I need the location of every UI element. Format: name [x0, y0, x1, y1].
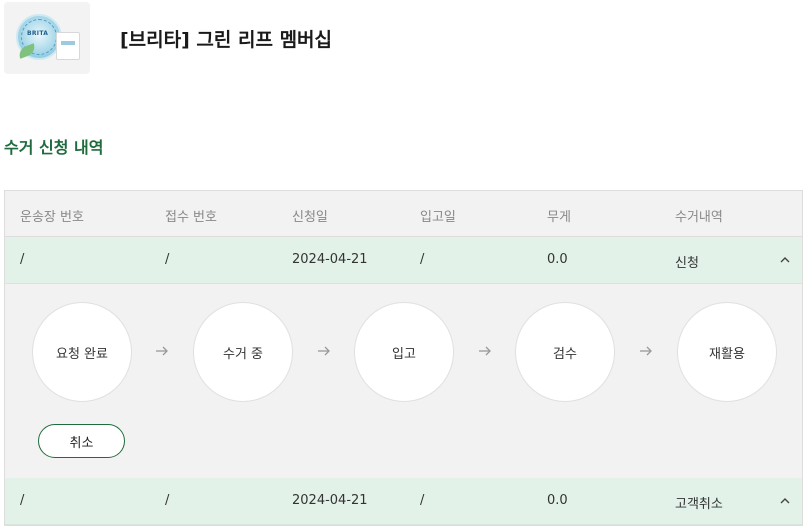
- arrow-right-icon: [155, 345, 169, 357]
- receipt-no-cell: /: [165, 493, 170, 508]
- step-inspection: 검수: [515, 302, 615, 402]
- step-collecting: 수거 중: [193, 302, 293, 402]
- cancel-button[interactable]: 취소: [38, 424, 125, 458]
- arrow-right-icon: [317, 345, 331, 357]
- arrow-right-icon: [478, 345, 492, 357]
- table-row[interactable]: / / 2024-04-21 / 0.0 고객취소: [5, 478, 802, 525]
- warehouse-date-cell: /: [420, 493, 425, 508]
- product-header: BRITA [브리타] 그린 리프 멤버십: [4, 2, 332, 74]
- request-date-cell: 2024-04-21: [292, 493, 368, 508]
- column-header-warehouse-date: 입고일: [420, 210, 456, 225]
- chevron-up-icon[interactable]: [778, 253, 792, 267]
- column-header-request-date: 신청일: [292, 210, 328, 225]
- warehouse-date-cell: /: [420, 252, 425, 267]
- column-header-status: 수거내역: [675, 210, 723, 225]
- table-header: 운송장 번호 접수 번호 신청일 입고일 무게 수거내역: [5, 191, 802, 237]
- filter-pack-image: [56, 32, 80, 60]
- step-recycling: 재활용: [677, 302, 777, 402]
- tracking-no-cell: /: [20, 252, 25, 267]
- column-header-weight: 무게: [547, 210, 571, 225]
- weight-cell: 0.0: [547, 252, 568, 267]
- row-detail-panel: 요청 완료 수거 중 입고 검수 재활용 취소: [5, 284, 802, 478]
- receipt-no-cell: /: [165, 252, 170, 267]
- request-date-cell: 2024-04-21: [292, 252, 368, 267]
- column-header-receipt-no: 접수 번호: [165, 210, 217, 225]
- product-title: [브리타] 그린 리프 멤버십: [120, 28, 333, 51]
- status-cell: 신청: [675, 256, 699, 271]
- step-warehoused: 입고: [354, 302, 454, 402]
- tracking-no-cell: /: [20, 493, 25, 508]
- chevron-up-icon[interactable]: [778, 494, 792, 508]
- step-request-complete: 요청 완료: [32, 302, 132, 402]
- weight-cell: 0.0: [547, 493, 568, 508]
- product-thumbnail[interactable]: BRITA: [4, 2, 90, 74]
- collection-history-table: 운송장 번호 접수 번호 신청일 입고일 무게 수거내역 / / 2024-04…: [4, 190, 803, 526]
- badge-text: BRITA: [27, 30, 49, 37]
- table-row[interactable]: / / 2024-04-21 / 0.0 신청: [5, 237, 802, 284]
- column-header-tracking-no: 운송장 번호: [20, 210, 84, 225]
- section-title: 수거 신청 내역: [4, 138, 104, 157]
- arrow-right-icon: [639, 345, 653, 357]
- status-cell: 고객취소: [675, 497, 723, 512]
